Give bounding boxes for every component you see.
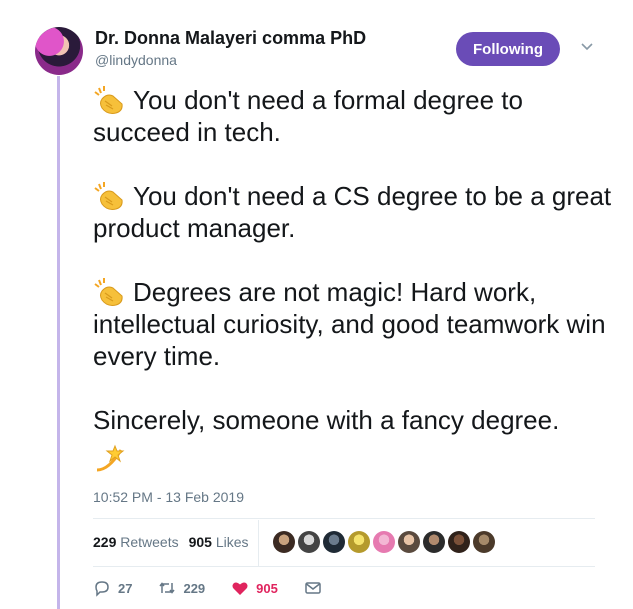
envelope-icon <box>305 582 321 594</box>
tweet-paragraph-2: You don't need a CS degree to be a great… <box>93 180 613 244</box>
following-button[interactable]: Following <box>456 32 560 66</box>
direct-message-button[interactable] <box>304 579 322 597</box>
avatar[interactable] <box>35 27 83 75</box>
liker-avatar[interactable] <box>323 531 345 553</box>
retweet-button[interactable]: 229 <box>158 579 205 597</box>
stats-separator <box>258 520 259 566</box>
chevron-down-icon[interactable] <box>580 40 594 54</box>
tweet-timestamp[interactable]: 10:52 PM - 13 Feb 2019 <box>93 489 244 505</box>
divider-bottom <box>93 566 595 567</box>
tweet-actions: 27 229 905 <box>93 579 348 597</box>
retweet-icon <box>159 582 176 594</box>
tweet-paragraph-text: Sincerely, someone with a fancy degree. <box>93 405 560 435</box>
tweet-paragraph-text: Degrees are not magic! Hard work, intell… <box>93 277 606 371</box>
retweets-count: 229 <box>93 534 117 550</box>
liker-avatar[interactable] <box>348 531 370 553</box>
author-name[interactable]: Dr. Donna Malayeri comma PhD <box>95 28 366 49</box>
like-button[interactable]: 905 <box>231 579 278 597</box>
clapping-hands-icon <box>94 86 123 114</box>
tweet-text: You don't need a formal degree to succee… <box>93 84 613 474</box>
liker-avatar[interactable] <box>373 531 395 553</box>
reply-button[interactable]: 27 <box>93 579 132 597</box>
liker-avatar[interactable] <box>273 531 295 553</box>
clapping-hands-icon <box>94 182 123 210</box>
retweets-label: Retweets <box>120 534 179 550</box>
liker-avatar[interactable] <box>423 531 445 553</box>
author-handle[interactable]: @lindydonna <box>95 52 177 68</box>
tweet-paragraph-1: You don't need a formal degree to succee… <box>93 84 613 148</box>
retweet-count: 229 <box>183 580 206 596</box>
liker-avatar[interactable] <box>448 531 470 553</box>
dizzy-star-icon <box>96 444 125 472</box>
liker-avatars <box>273 531 495 553</box>
tweet-paragraph-text: You don't need a CS degree to be a great… <box>93 181 612 243</box>
engagement-stats: 229 Retweets 905 Likes <box>93 534 249 550</box>
liker-avatar[interactable] <box>398 531 420 553</box>
like-count: 905 <box>256 580 278 596</box>
reply-icon <box>95 581 109 597</box>
tweet-paragraph-4: Sincerely, someone with a fancy degree. <box>93 404 613 474</box>
clapping-hands-icon <box>94 278 123 306</box>
tweet-paragraph-3: Degrees are not magic! Hard work, intell… <box>93 276 613 372</box>
likes-stat[interactable]: 905 Likes <box>189 534 249 550</box>
liker-avatar[interactable] <box>473 531 495 553</box>
heart-icon <box>232 582 248 595</box>
reply-count: 27 <box>118 580 133 596</box>
retweets-stat[interactable]: 229 Retweets <box>93 534 179 550</box>
liker-avatar[interactable] <box>298 531 320 553</box>
divider-top <box>93 518 595 519</box>
thread-line <box>57 76 60 609</box>
likes-label: Likes <box>215 534 249 550</box>
tweet-paragraph-text: You don't need a formal degree to succee… <box>93 85 523 147</box>
likes-count: 905 <box>188 534 212 550</box>
